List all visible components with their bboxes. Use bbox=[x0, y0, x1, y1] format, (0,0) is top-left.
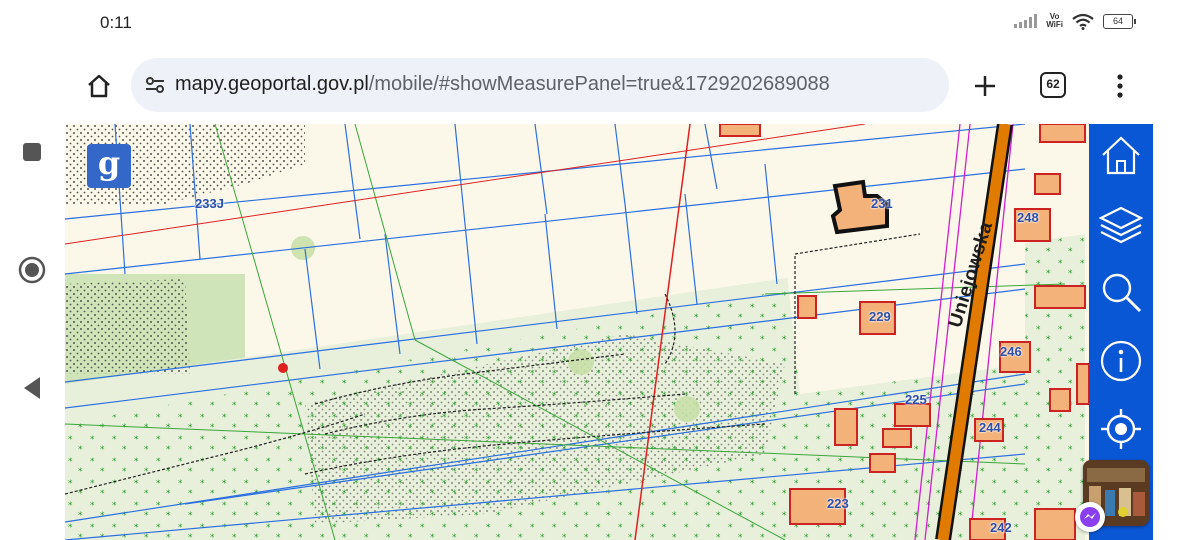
measure-point[interactable] bbox=[278, 363, 288, 373]
info-icon bbox=[1100, 340, 1142, 382]
signal-icon bbox=[1014, 14, 1038, 28]
logo-letter: g bbox=[97, 144, 121, 182]
battery-icon: 64 bbox=[1103, 13, 1136, 29]
wifi-icon bbox=[1072, 13, 1094, 30]
address-bar[interactable]: mapy.geoportal.gov.pl/mobile/#showMeasur… bbox=[131, 58, 949, 112]
tab-switcher-button[interactable]: 62 bbox=[1040, 72, 1066, 98]
new-tab-button[interactable] bbox=[969, 70, 1001, 102]
url-host: mapy.geoportal.gov.pl bbox=[175, 73, 369, 95]
circle-icon bbox=[18, 256, 46, 284]
parcel-label: 223 bbox=[827, 496, 849, 511]
status-icons: Vo WiFi 64 bbox=[1014, 12, 1136, 30]
square-icon bbox=[23, 143, 41, 161]
back-button[interactable] bbox=[14, 370, 50, 406]
parcel-label: 225 bbox=[905, 392, 927, 407]
parcel-label: 244 bbox=[979, 420, 1001, 435]
layers-icon bbox=[1099, 206, 1143, 244]
messenger-icon bbox=[1080, 507, 1100, 527]
more-menu-button[interactable] bbox=[1105, 70, 1135, 102]
geoportal-logo[interactable]: g bbox=[87, 144, 131, 188]
site-settings-icon[interactable] bbox=[143, 73, 167, 97]
search-icon bbox=[1102, 273, 1142, 313]
parcel-label: 248 bbox=[1017, 210, 1039, 225]
status-bar: 0:11 Vo WiFi 64 bbox=[65, 0, 1153, 48]
parcel-label: 229 bbox=[869, 309, 891, 324]
dotted-area bbox=[65, 279, 190, 374]
system-nav-bar bbox=[0, 0, 65, 540]
url-path: /mobile/#showMeasurePanel=true&172920268… bbox=[368, 73, 830, 95]
search-button[interactable] bbox=[1096, 267, 1146, 317]
more-vert-icon bbox=[1117, 74, 1123, 98]
layers-button[interactable] bbox=[1096, 199, 1146, 249]
tree-icon bbox=[568, 349, 594, 375]
parcel-label: 231 bbox=[871, 196, 893, 211]
browser-home-button[interactable] bbox=[81, 68, 117, 104]
vowifi-label: Vo WiFi bbox=[1046, 13, 1063, 29]
browser-toolbar: mapy.geoportal.gov.pl/mobile/#showMeasur… bbox=[65, 48, 1153, 124]
locate-button[interactable] bbox=[1096, 404, 1146, 454]
messenger-badge bbox=[1075, 502, 1105, 532]
status-time: 0:11 bbox=[100, 13, 132, 32]
tree-icon bbox=[674, 396, 700, 422]
recents-button[interactable] bbox=[14, 134, 50, 170]
url-text[interactable]: mapy.geoportal.gov.pl/mobile/#showMeasur… bbox=[175, 73, 830, 96]
back-triangle-icon bbox=[24, 377, 40, 399]
parcel-label: 242 bbox=[990, 520, 1012, 535]
home-icon bbox=[1102, 136, 1140, 175]
info-button[interactable] bbox=[1096, 336, 1146, 386]
parcel-label: 233J bbox=[195, 196, 224, 211]
right-gutter bbox=[1153, 0, 1200, 540]
map-layer: * * bbox=[65, 124, 1090, 540]
vowifi-bottom: WiFi bbox=[1046, 20, 1063, 29]
plus-icon bbox=[975, 76, 995, 96]
home-button[interactable] bbox=[14, 252, 50, 288]
parcel-label: 246 bbox=[1000, 344, 1022, 359]
home-map-button[interactable] bbox=[1096, 130, 1146, 180]
locate-icon bbox=[1101, 409, 1141, 449]
home-icon bbox=[88, 74, 110, 98]
map-view[interactable]: * * bbox=[65, 124, 1153, 540]
